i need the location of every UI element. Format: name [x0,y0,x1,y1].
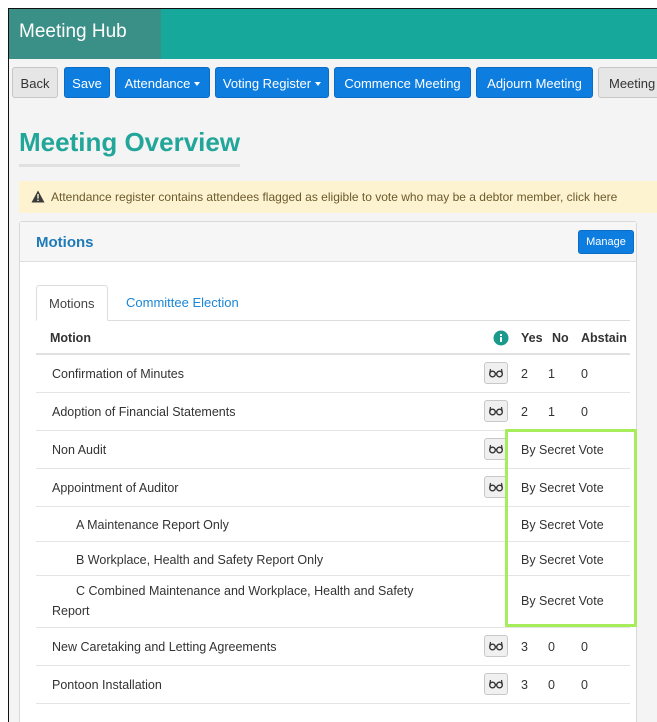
meeting-button[interactable]: Meeting I [598,67,657,98]
adjourn-meeting-button[interactable]: Adjourn Meeting [476,67,593,98]
table-row: New Caretaking and Letting Agreements 3 … [36,628,630,666]
motion-name: New Caretaking and Letting Agreements [52,640,277,654]
debtor-alert[interactable]: Attendance register contains attendees f… [19,181,657,213]
panel-title: Motions [36,234,94,251]
panel-header: Motions Manage [20,222,636,262]
no-count: 0 [548,640,555,654]
motion-name: Adoption of Financial Statements [52,405,236,419]
manage-button[interactable]: Manage [578,230,634,254]
tab-motions[interactable]: Motions [36,285,108,321]
yes-count: 3 [521,678,528,692]
back-button[interactable]: Back [12,67,58,98]
no-count: 1 [548,405,555,419]
yes-count: 3 [521,640,528,654]
alert-text: Attendance register contains attendees f… [51,190,618,204]
view-votes-button[interactable] [484,673,508,695]
app-title[interactable]: Meeting Hub [9,9,161,59]
voting-register-label: Voting Register [222,76,312,91]
header-abstain: Abstain [581,331,627,345]
table-header: Motion Yes No Abstain [36,321,630,355]
app-window: Meeting Hub Back Save Attendance Voting … [8,8,657,722]
glasses-icon [489,368,503,378]
abstain-count: 0 [581,405,588,419]
no-count: 1 [548,367,555,381]
motion-name-line-1: C Combined Maintenance and Workplace, He… [76,584,414,598]
no-count: 0 [548,678,555,692]
view-votes-button[interactable] [484,635,508,657]
save-button[interactable]: Save [64,67,110,98]
view-votes-button[interactable] [484,400,508,422]
attendance-label: Attendance [124,76,191,91]
attendance-dropdown[interactable]: Attendance [115,67,210,98]
caret-down-icon [315,82,322,86]
glasses-icon [489,482,503,492]
glasses-icon [489,679,503,689]
caret-down-icon [194,82,201,86]
header-yes: Yes [521,331,543,345]
toolbar: Back Save Attendance Voting Register Com… [9,63,657,103]
abstain-count: 0 [581,640,588,654]
yes-count: 2 [521,405,528,419]
table-row: Confirmation of Minutes 2 1 0 [36,355,630,393]
page-title: Meeting Overview [19,127,241,167]
header-no: No [552,331,569,345]
motion-name-line-2: Report [52,604,90,618]
glasses-icon [489,406,503,416]
motion-name: A Maintenance Report Only [76,518,229,532]
glasses-icon [489,444,503,454]
commence-meeting-button[interactable]: Commence Meeting [334,67,471,98]
motion-name: B Workplace, Health and Safety Report On… [76,553,324,567]
abstain-count: 0 [581,367,588,381]
view-votes-button[interactable] [484,362,508,384]
tab-committee-election[interactable]: Committee Election [114,285,251,321]
top-bar: Meeting Hub [9,9,657,59]
table-row: Adoption of Financial Statements 2 1 0 [36,393,630,431]
info-icon[interactable] [493,330,509,346]
warning-icon [31,190,45,203]
abstain-count: 0 [581,678,588,692]
motion-name: Appointment of Auditor [52,481,179,495]
motion-tabs: Motions Committee Election [36,285,630,321]
voting-register-dropdown[interactable]: Voting Register [215,67,329,98]
motion-name: Non Audit [52,443,107,457]
secret-vote-highlight [505,429,637,627]
glasses-icon [489,641,503,651]
motion-name: Pontoon Installation [52,678,162,692]
table-row: Pontoon Installation 3 0 0 [36,666,630,704]
motion-name: Confirmation of Minutes [52,367,185,381]
header-motion: Motion [50,331,91,345]
yes-count: 2 [521,367,528,381]
